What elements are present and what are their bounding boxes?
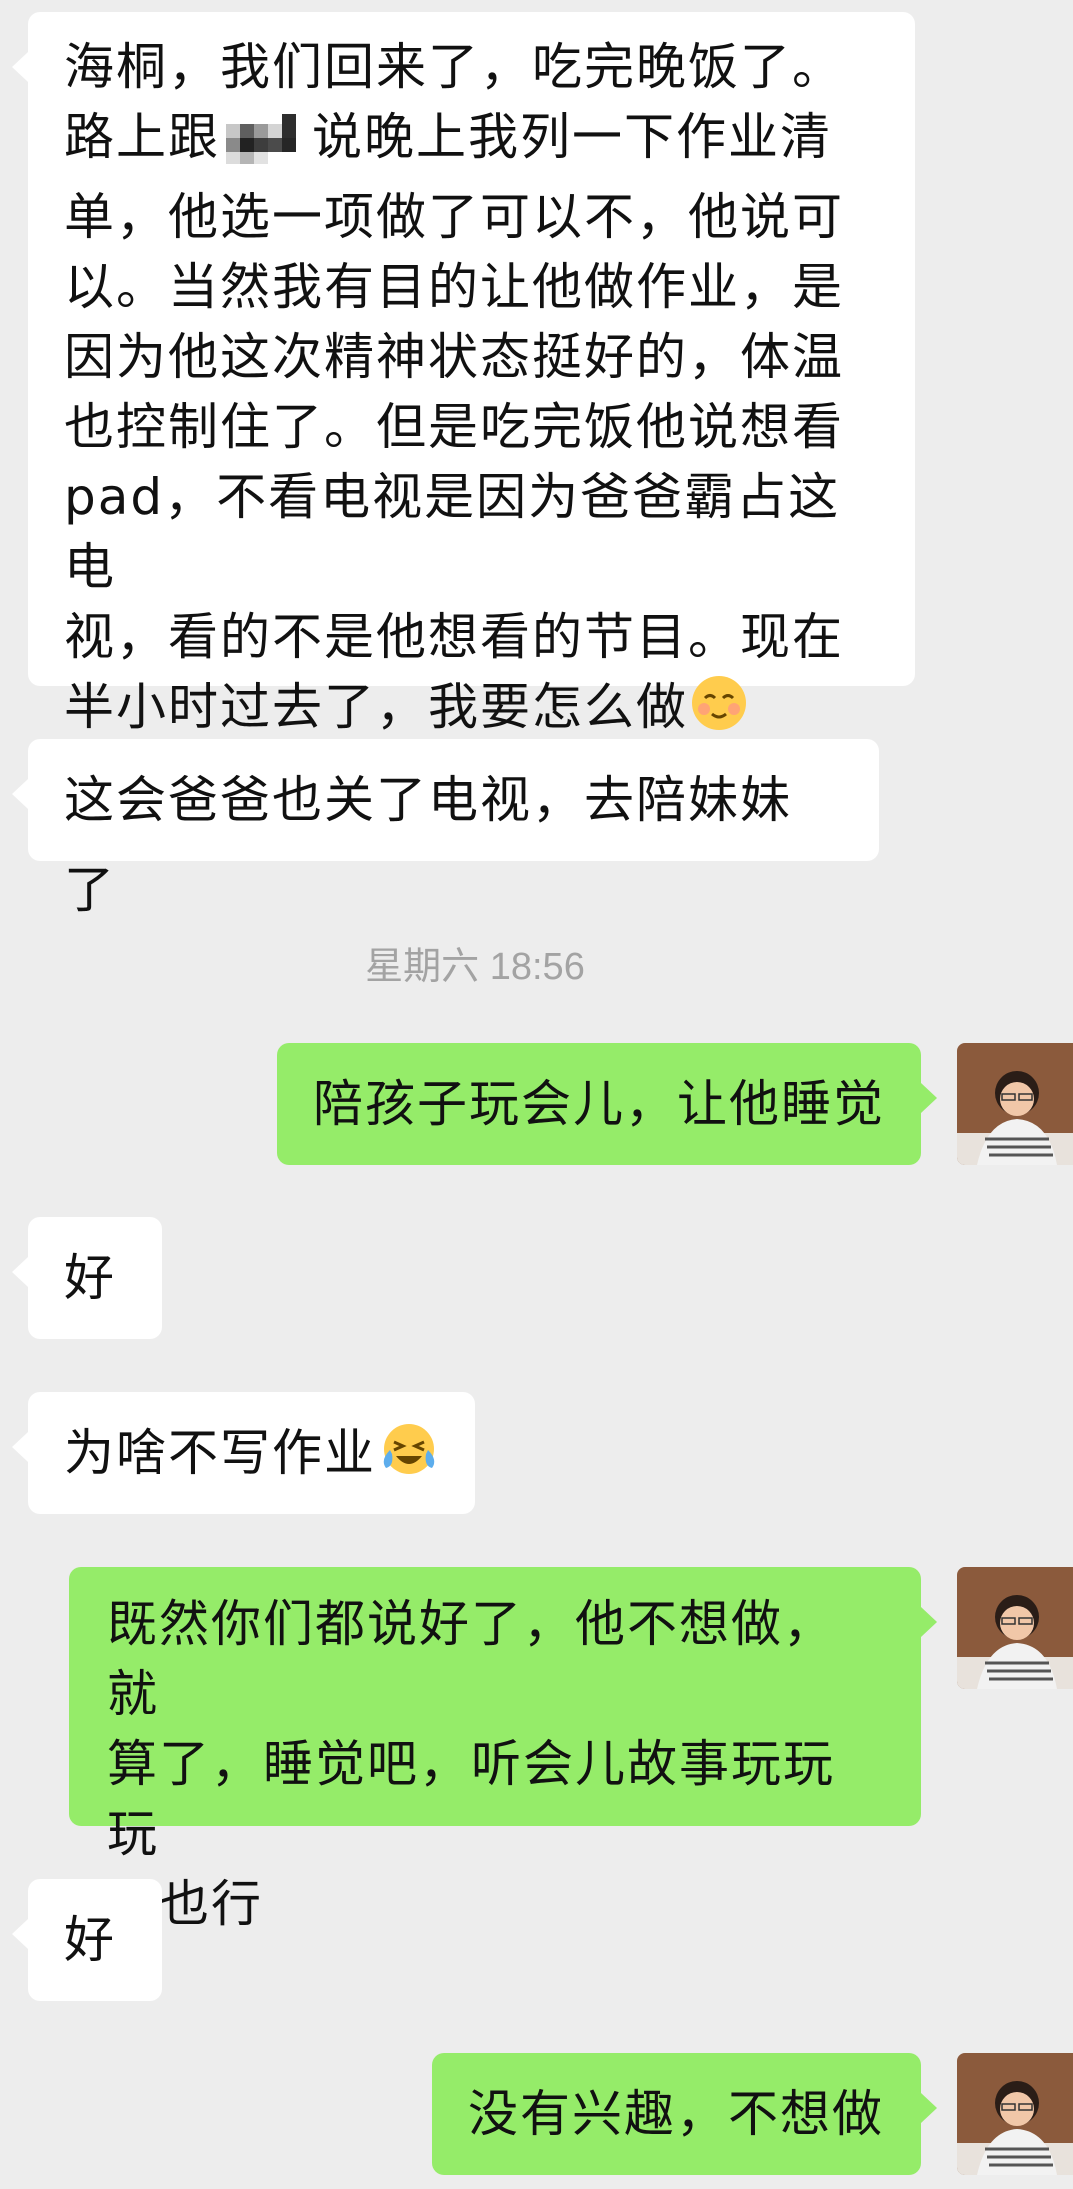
message-bubble-outgoing[interactable]: 陪孩子玩会儿，让他睡觉	[277, 1043, 937, 1165]
message-text: 路上跟	[64, 108, 220, 166]
message-text: 这会爸爸也关了电视，去陪妹妹了	[64, 771, 792, 919]
message-text: 陪孩子玩会儿，让他睡觉	[313, 1075, 885, 1133]
message-text: 说晚上我列一下作业清	[312, 108, 832, 166]
message-line: 路上跟 说晚上我列一下作业清	[64, 102, 879, 182]
message-bubble-outgoing[interactable]: 既然你们都说好了，他不想做，就 算了，睡觉吧，听会儿故事玩玩玩 具也行	[69, 1567, 937, 1933]
message-text: 为啥不写作业	[64, 1424, 376, 1482]
message-bubble-incoming[interactable]: 这会爸爸也关了电视，去陪妹妹了	[12, 739, 879, 919]
message-line: 单，他选一项做了可以不，他说可	[64, 188, 844, 246]
message-bubble-incoming[interactable]: 海桐，我们回来了，吃完晚饭了。 路上跟 说晚上我列一下作业清 单，他选一项做了可以…	[12, 12, 915, 736]
user-avatar-photo-icon	[957, 1043, 1073, 1165]
avatar[interactable]	[957, 1567, 1073, 1689]
message-line: 算了，睡觉吧，听会儿故事玩玩玩	[107, 1735, 835, 1863]
message-bubble-incoming[interactable]: 为啥不写作业	[12, 1392, 475, 1514]
message-bubble-outgoing[interactable]: 没有兴趣，不想做	[432, 2053, 937, 2175]
message-text: 好	[64, 1249, 116, 1307]
message-line: pad，不看电视是因为爸爸霸占这电	[64, 468, 841, 596]
crying-laughing-emoji-icon	[378, 1416, 438, 1506]
message-text: 好	[64, 1911, 116, 1969]
user-avatar-photo-icon	[957, 1567, 1073, 1689]
message-line: 为啥不写作业	[64, 1408, 439, 1506]
message-line: 视，看的不是他想看的节目。现在	[64, 608, 844, 666]
timestamp: 星期六 18:56	[365, 946, 585, 988]
message-line: 因为他这次精神状态挺好的，体温	[64, 328, 844, 386]
message-text: 没有兴趣，不想做	[468, 2085, 884, 2143]
message-line: 以。当然我有目的让他做作业，是	[64, 258, 844, 316]
avatar[interactable]	[957, 2053, 1073, 2175]
message-line: 海桐，我们回来了，吃完晚饭了。	[64, 38, 844, 96]
blurred-name-mosaic	[226, 112, 306, 182]
message-line: 既然你们都说好了，他不想做，就	[107, 1595, 835, 1723]
message-bubble-incoming[interactable]: 好	[12, 1217, 162, 1339]
message-line: 具也行	[107, 1875, 263, 1933]
avatar[interactable]	[957, 1043, 1073, 1165]
message-text: 半小时过去了，我要怎么做	[64, 678, 688, 736]
message-line: 也控制住了。但是吃完饭他说想看	[64, 398, 844, 456]
user-avatar-photo-icon	[957, 2053, 1073, 2175]
message-bubble-incoming[interactable]: 好	[12, 1879, 162, 2001]
